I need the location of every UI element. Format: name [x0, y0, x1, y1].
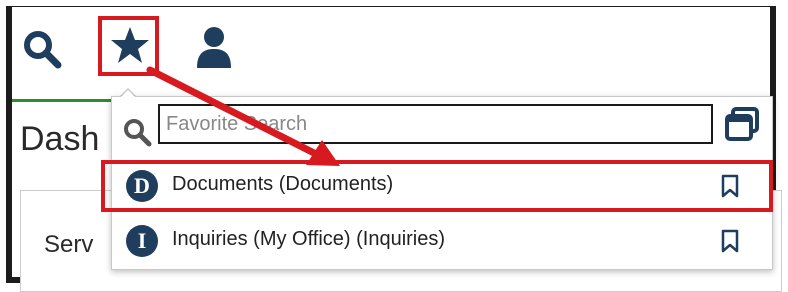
list-item-inquiries[interactable]: I Inquiries (My Office) (Inquiries): [112, 215, 770, 267]
list-item-documents[interactable]: D Documents (Documents): [112, 160, 770, 212]
bookmark-icon[interactable]: [720, 174, 740, 198]
list-item-label: Inquiries (My Office) (Inquiries): [172, 228, 446, 250]
bookmark-icon[interactable]: [720, 229, 740, 253]
user-icon[interactable]: [195, 26, 233, 68]
page-title: Dash: [20, 120, 100, 158]
panel-title: Serv: [44, 231, 94, 258]
dropdown-caret-inner: [120, 90, 136, 98]
search-icon: [124, 119, 152, 147]
badge-d: D: [126, 170, 158, 202]
search-icon[interactable]: [20, 27, 64, 71]
window-restore-icon[interactable]: [724, 106, 760, 142]
list-item-label: Documents (Documents): [172, 173, 394, 195]
badge-i: I: [126, 225, 158, 257]
star-highlight-box: [98, 16, 159, 76]
favorite-search-input[interactable]: [158, 104, 713, 144]
